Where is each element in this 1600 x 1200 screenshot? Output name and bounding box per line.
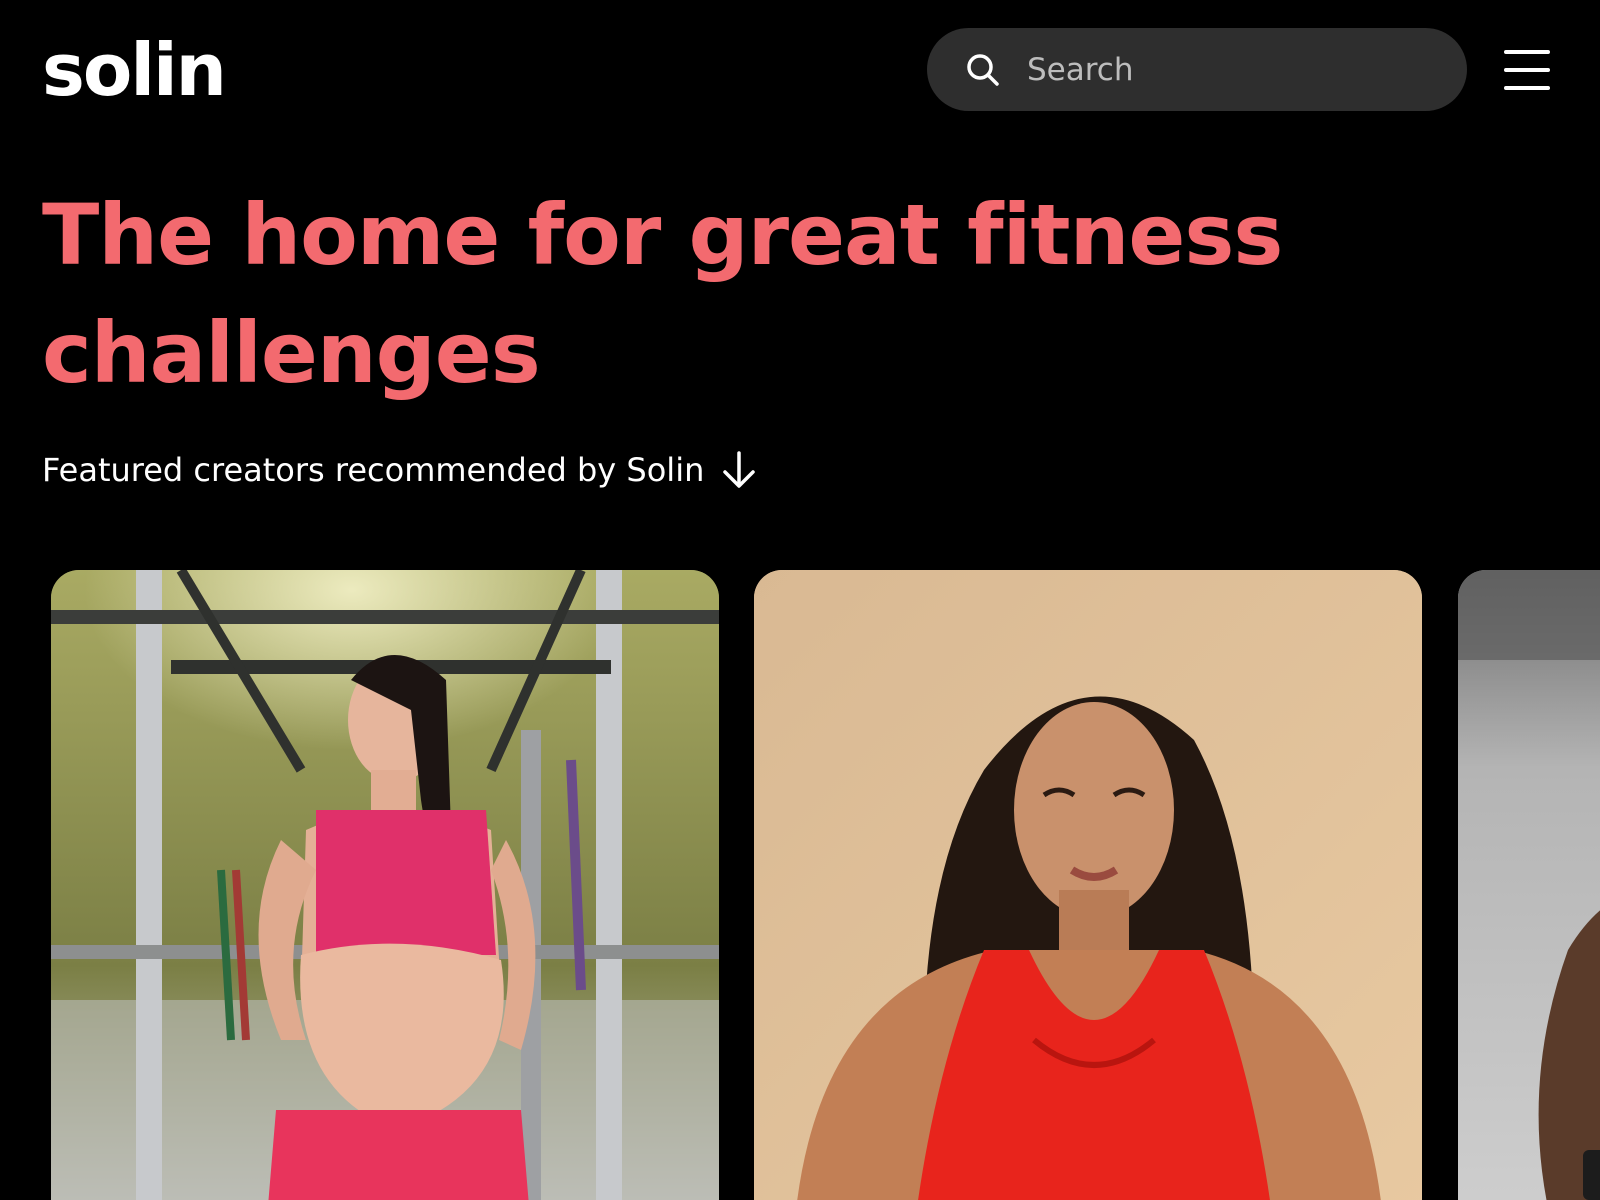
menu-line bbox=[1504, 50, 1550, 54]
search-input[interactable] bbox=[1025, 50, 1429, 89]
creator-photo-gym bbox=[51, 570, 719, 1200]
creator-photo-red-top bbox=[754, 570, 1422, 1200]
featured-creators-label: Featured creators recommended by Solin bbox=[42, 451, 705, 489]
page: solin The home for great fitness challen… bbox=[0, 0, 1600, 1200]
arrow-down-icon bbox=[720, 448, 760, 492]
creator-photo-outdoor bbox=[1458, 570, 1600, 1200]
solin-logo[interactable]: solin bbox=[42, 30, 227, 110]
search-icon bbox=[963, 50, 1003, 90]
site-header: solin bbox=[0, 0, 1600, 140]
featured-creators-link[interactable]: Featured creators recommended by Solin bbox=[42, 448, 760, 492]
menu-line bbox=[1504, 86, 1550, 90]
search-bar[interactable] bbox=[927, 28, 1467, 111]
creator-card[interactable] bbox=[51, 570, 719, 1200]
creator-card[interactable] bbox=[1458, 570, 1600, 1200]
creator-card[interactable] bbox=[754, 570, 1422, 1200]
hamburger-menu-icon[interactable] bbox=[1504, 50, 1554, 90]
menu-line bbox=[1504, 68, 1550, 72]
creator-carousel[interactable] bbox=[0, 570, 1600, 1200]
hero-title: The home for great fitness challenges bbox=[42, 186, 1283, 402]
